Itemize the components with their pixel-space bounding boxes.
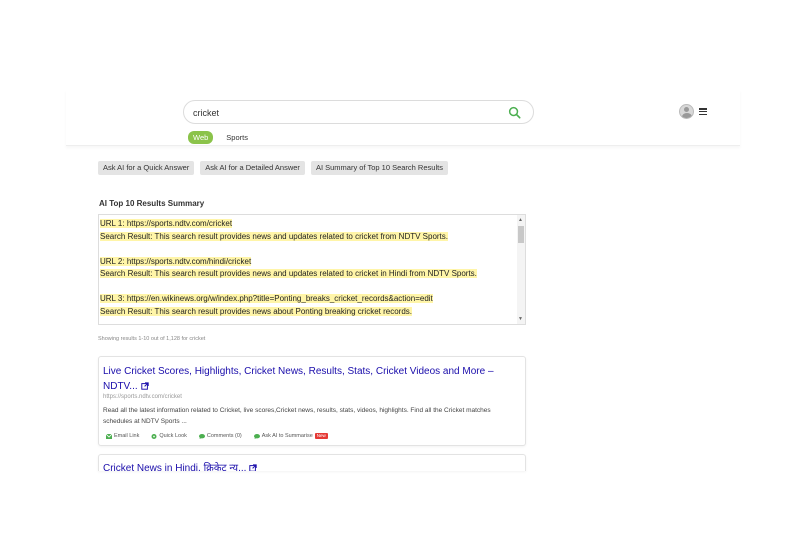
email-link-label: Email Link xyxy=(114,433,140,439)
comments-button[interactable]: Comments (0) xyxy=(198,433,242,439)
ai-quick-answer-button[interactable]: Ask AI for a Quick Answer xyxy=(98,161,195,175)
scroll-up-icon[interactable]: ▲ xyxy=(518,217,523,223)
comments-icon xyxy=(198,433,205,439)
search-tabs: Web Sports xyxy=(188,131,261,144)
search-icon[interactable] xyxy=(508,106,521,119)
tab-web[interactable]: Web xyxy=(188,131,214,144)
summary-url-line: URL 3: https://en.wikinews.org/w/index.p… xyxy=(100,294,433,303)
new-badge: New xyxy=(314,433,328,439)
quick-look-icon xyxy=(151,433,157,439)
summary-title: AI Top 10 Results Summary xyxy=(99,199,205,208)
summary-box[interactable]: URL 1: https://sports.ndtv.com/cricket S… xyxy=(98,214,526,325)
email-link-button[interactable]: Email Link xyxy=(106,433,139,439)
user-area xyxy=(679,104,707,119)
summary-url-line: URL 2: https://sports.ndtv.com/hindi/cri… xyxy=(100,256,252,266)
summary-result-line: Search Result: This search result provid… xyxy=(100,269,477,278)
result-url: https://sports.ndtv.com/cricket xyxy=(103,394,182,400)
result-title-text[interactable]: Cricket News in Hindi, क्रिकेट न्यू... xyxy=(103,463,246,471)
result-actions: Email Link Quick Look Comments (0) Ask A… xyxy=(106,433,340,439)
results-count: Showing results 1-10 out of 1,128 for cr… xyxy=(98,336,206,342)
summary-content: URL 1: https://sports.ndtv.com/cricket S… xyxy=(100,218,518,318)
result-card: Cricket News in Hindi, क्रिकेट न्यू... xyxy=(98,454,526,471)
summary-result-line: Search Result: This search result provid… xyxy=(100,306,413,316)
ask-ai-icon xyxy=(253,433,260,439)
tab-sports[interactable]: Sports xyxy=(222,131,252,144)
result-snippet: Read all the latest information related … xyxy=(103,407,491,425)
quick-look-label: Quick Look xyxy=(159,433,187,439)
summary-url-line: URL 1: https://sports.ndtv.com/cricket xyxy=(100,219,233,228)
scroll-down-icon[interactable]: ▼ xyxy=(518,316,523,322)
external-link-icon[interactable] xyxy=(140,382,149,390)
result-title-text[interactable]: Live Cricket Scores, Highlights, Cricket… xyxy=(103,366,494,392)
menu-icon[interactable] xyxy=(699,108,707,115)
summary-result-line: Search Result: This search result provid… xyxy=(100,231,449,241)
search-input[interactable] xyxy=(193,105,493,120)
ai-buttons: Ask AI for a Quick Answer Ask AI for a D… xyxy=(98,161,454,175)
ask-ai-summarise-button[interactable]: Ask AI to Summarise New xyxy=(253,433,328,439)
summary-scrollbar[interactable]: ▲ ▼ xyxy=(517,215,525,324)
result-card: Live Cricket Scores, Highlights, Cricket… xyxy=(98,356,526,446)
quick-look-button[interactable]: Quick Look xyxy=(151,433,187,439)
external-link-icon[interactable] xyxy=(249,464,258,471)
search-box[interactable] xyxy=(183,100,534,124)
email-icon xyxy=(106,433,112,439)
result-title-link[interactable]: Live Cricket Scores, Highlights, Cricket… xyxy=(103,364,503,394)
ai-detailed-answer-button[interactable]: Ask AI for a Detailed Answer xyxy=(200,161,305,175)
comments-label: Comments (0) xyxy=(206,433,242,439)
avatar[interactable] xyxy=(679,104,694,119)
ai-summary-button[interactable]: AI Summary of Top 10 Search Results xyxy=(310,161,448,175)
result-title-link[interactable]: Cricket News in Hindi, क्रिकेट न्यू... xyxy=(103,461,503,471)
header: Web Sports xyxy=(66,90,740,146)
scroll-thumb[interactable] xyxy=(518,226,524,243)
ask-ai-label: Ask AI to Summarise xyxy=(261,433,313,439)
page: Web Sports Ask AI for a Quick Answer Ask… xyxy=(0,0,800,556)
